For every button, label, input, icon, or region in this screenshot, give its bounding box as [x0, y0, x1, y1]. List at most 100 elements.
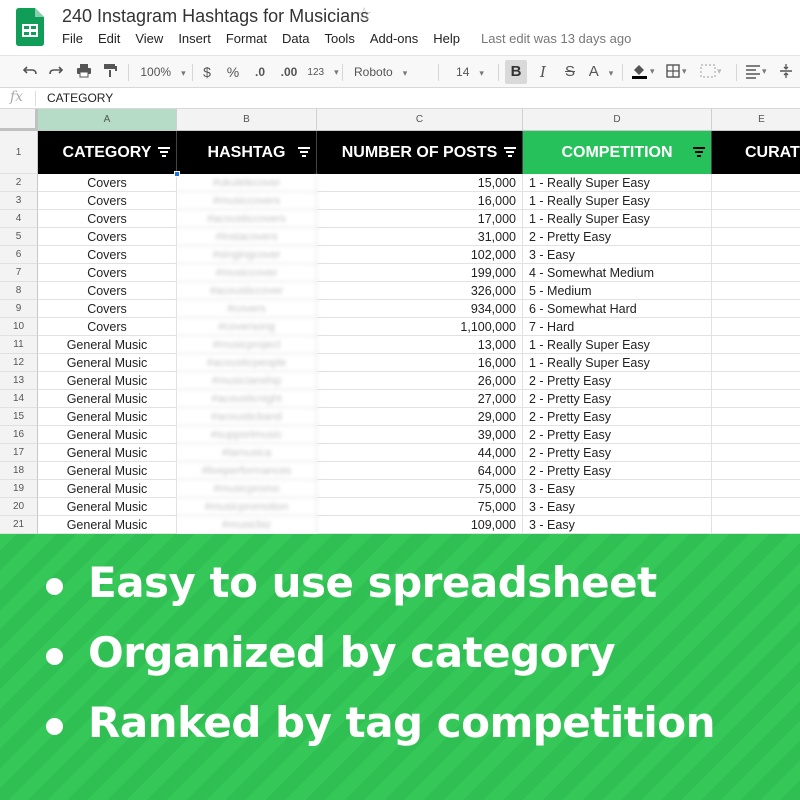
cell-category[interactable]: Covers	[38, 228, 177, 246]
document-title[interactable]: 240 Instagram Hashtags for Musicians	[62, 6, 369, 27]
font-family-select[interactable]: Roboto	[350, 62, 434, 82]
cell-number-of-posts[interactable]: 75,000	[317, 498, 523, 516]
cell-category[interactable]: General Music	[38, 516, 177, 534]
header-cell-category[interactable]: CATEGORY	[38, 131, 177, 174]
decrease-decimals-button[interactable]: .0	[250, 62, 270, 82]
paint-format-icon[interactable]	[100, 62, 120, 82]
currency-format-button[interactable]: $	[198, 62, 216, 82]
menu-view[interactable]: View	[135, 31, 163, 46]
cell-curation[interactable]	[712, 174, 800, 192]
cell-hashtag[interactable]: #supportmusic	[177, 426, 317, 444]
cell-category[interactable]: General Music	[38, 354, 177, 372]
cell-hashtag[interactable]: #liveperformances	[177, 462, 317, 480]
cell-category[interactable]: General Music	[38, 336, 177, 354]
cell-category[interactable]: Covers	[38, 282, 177, 300]
row-number[interactable]: 5	[0, 228, 38, 246]
cell-hashtag[interactable]: #lamusica	[177, 444, 317, 462]
cell-category[interactable]: Covers	[38, 174, 177, 192]
cell-hashtag[interactable]: #musicianship	[177, 372, 317, 390]
menu-add-ons[interactable]: Add-ons	[370, 31, 418, 46]
cell-competition[interactable]: 2 - Pretty Easy	[523, 228, 712, 246]
cell-competition[interactable]: 1 - Really Super Easy	[523, 354, 712, 372]
cell-curation[interactable]	[712, 444, 800, 462]
cell-competition[interactable]: 3 - Easy	[523, 498, 712, 516]
cell-number-of-posts[interactable]: 16,000	[317, 192, 523, 210]
cell-category[interactable]: General Music	[38, 426, 177, 444]
cell-curation[interactable]	[712, 300, 800, 318]
cell-hashtag[interactable]: #acousticcovers	[177, 210, 317, 228]
cell-category[interactable]: General Music	[38, 462, 177, 480]
row-number[interactable]: 1	[0, 131, 38, 174]
cell-number-of-posts[interactable]: 44,000	[317, 444, 523, 462]
cell-category[interactable]: Covers	[38, 300, 177, 318]
cell-curation[interactable]	[712, 228, 800, 246]
selection-fill-handle[interactable]	[174, 171, 180, 177]
cell-competition[interactable]: 5 - Medium	[523, 282, 712, 300]
row-number[interactable]: 19	[0, 480, 38, 498]
cell-curation[interactable]	[712, 462, 800, 480]
cell-curation[interactable]	[712, 210, 800, 228]
cell-competition[interactable]: 3 - Easy	[523, 480, 712, 498]
cell-number-of-posts[interactable]: 27,000	[317, 390, 523, 408]
cell-category[interactable]: General Music	[38, 372, 177, 390]
cell-number-of-posts[interactable]: 31,000	[317, 228, 523, 246]
row-number[interactable]: 17	[0, 444, 38, 462]
cell-competition[interactable]: 2 - Pretty Easy	[523, 426, 712, 444]
header-cell-number-of-posts[interactable]: NUMBER OF POSTS	[317, 131, 523, 174]
row-number[interactable]: 9	[0, 300, 38, 318]
cell-number-of-posts[interactable]: 102,000	[317, 246, 523, 264]
cell-number-of-posts[interactable]: 326,000	[317, 282, 523, 300]
cell-hashtag[interactable]: #ukulelecover	[177, 174, 317, 192]
cell-hashtag[interactable]: #musiccovers	[177, 192, 317, 210]
star-icon[interactable]: ☆	[356, 4, 372, 25]
fill-color-icon[interactable]: ▾	[628, 62, 660, 82]
cell-competition[interactable]: 4 - Somewhat Medium	[523, 264, 712, 282]
cell-curation[interactable]	[712, 336, 800, 354]
row-number[interactable]: 15	[0, 408, 38, 426]
cell-category[interactable]: General Music	[38, 480, 177, 498]
cell-competition[interactable]: 2 - Pretty Easy	[523, 372, 712, 390]
cell-hashtag[interactable]: #musicpromo	[177, 480, 317, 498]
cell-competition[interactable]: 1 - Really Super Easy	[523, 174, 712, 192]
row-number[interactable]: 18	[0, 462, 38, 480]
cell-competition[interactable]: 3 - Easy	[523, 246, 712, 264]
cell-category[interactable]: General Music	[38, 498, 177, 516]
row-number[interactable]: 4	[0, 210, 38, 228]
cell-competition[interactable]: 2 - Pretty Easy	[523, 390, 712, 408]
cell-curation[interactable]	[712, 264, 800, 282]
cell-number-of-posts[interactable]: 934,000	[317, 300, 523, 318]
cell-category[interactable]: Covers	[38, 264, 177, 282]
google-sheets-logo-icon[interactable]	[16, 8, 44, 46]
print-icon[interactable]	[74, 62, 94, 82]
cell-number-of-posts[interactable]: 16,000	[317, 354, 523, 372]
last-edit-status[interactable]: Last edit was 13 days ago	[481, 31, 631, 46]
cell-curation[interactable]	[712, 282, 800, 300]
cell-curation[interactable]	[712, 516, 800, 534]
cell-competition[interactable]: 3 - Easy	[523, 516, 712, 534]
cell-curation[interactable]	[712, 390, 800, 408]
row-number[interactable]: 16	[0, 426, 38, 444]
row-number[interactable]: 2	[0, 174, 38, 192]
bold-button[interactable]: B	[505, 60, 527, 84]
italic-button[interactable]: I	[534, 62, 552, 82]
cell-competition[interactable]: 2 - Pretty Easy	[523, 408, 712, 426]
text-color-button[interactable]: A	[586, 62, 616, 82]
select-all-corner[interactable]	[0, 109, 38, 131]
cell-number-of-posts[interactable]: 13,000	[317, 336, 523, 354]
cell-hashtag[interactable]: #musicbiz	[177, 516, 317, 534]
row-number[interactable]: 12	[0, 354, 38, 372]
menu-format[interactable]: Format	[226, 31, 267, 46]
menu-help[interactable]: Help	[433, 31, 460, 46]
row-number[interactable]: 21	[0, 516, 38, 534]
column-header-e[interactable]: E	[712, 109, 800, 131]
cell-category[interactable]: Covers	[38, 192, 177, 210]
formula-input[interactable]: CATEGORY	[47, 91, 113, 105]
cell-competition[interactable]: 7 - Hard	[523, 318, 712, 336]
cell-competition[interactable]: 1 - Really Super Easy	[523, 192, 712, 210]
cell-curation[interactable]	[712, 372, 800, 390]
column-header-a[interactable]: A	[38, 109, 177, 131]
cell-number-of-posts[interactable]: 1,100,000	[317, 318, 523, 336]
cell-number-of-posts[interactable]: 26,000	[317, 372, 523, 390]
font-size-select[interactable]: 14	[446, 62, 494, 82]
cell-curation[interactable]	[712, 246, 800, 264]
